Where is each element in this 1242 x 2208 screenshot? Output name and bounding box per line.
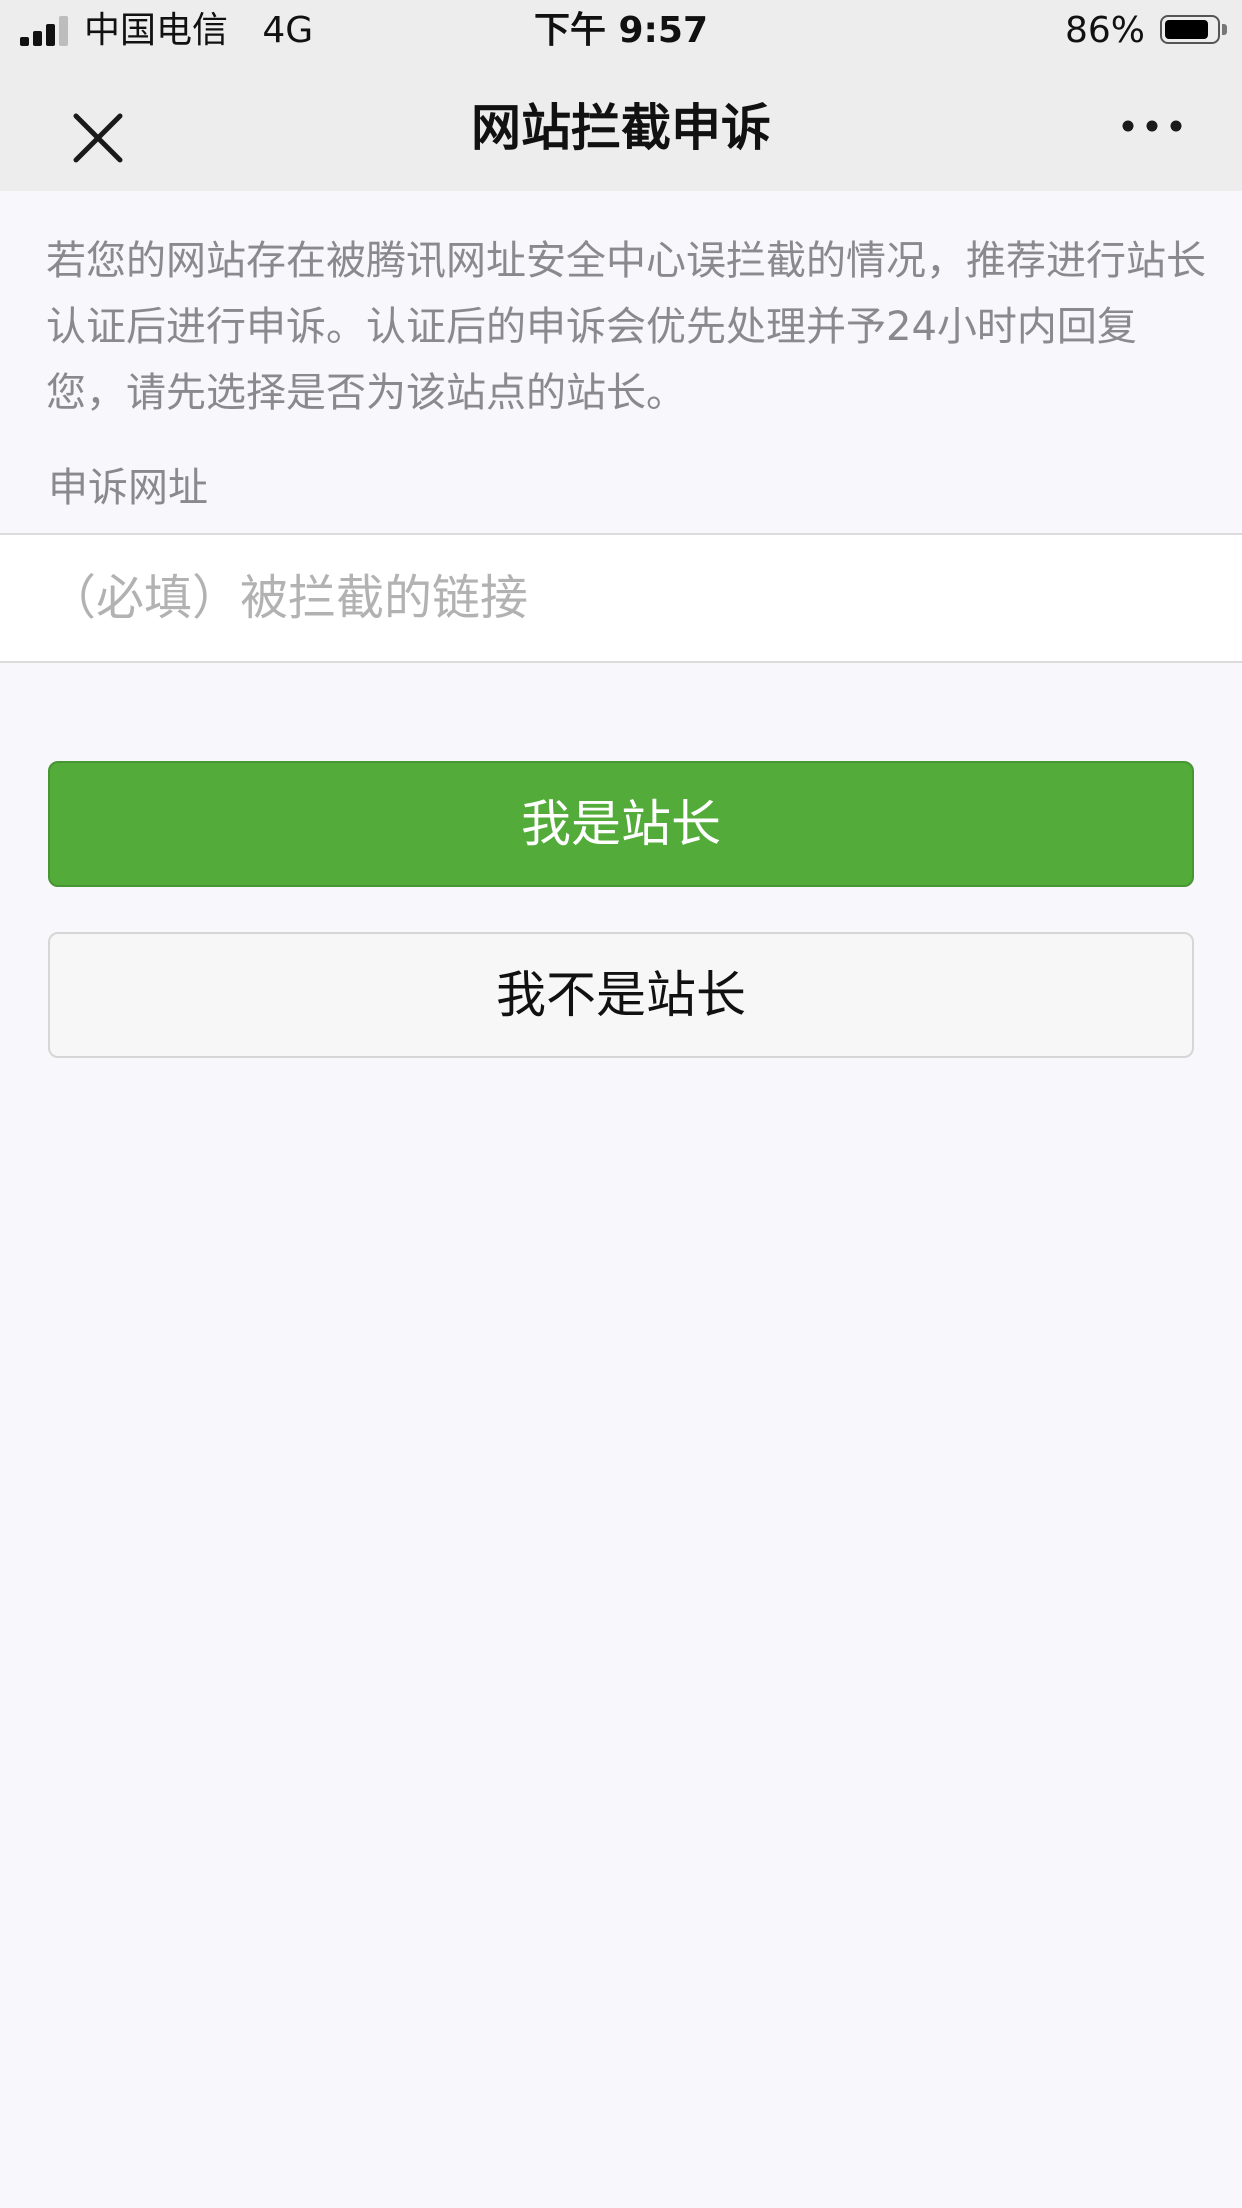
battery-cap	[1222, 24, 1227, 35]
url-input-row	[0, 533, 1242, 663]
battery-icon	[1160, 15, 1220, 44]
owner-button[interactable]: 我是站长	[48, 761, 1194, 887]
status-time: 下午 9:57	[533, 10, 709, 51]
battery-level	[1165, 20, 1208, 39]
intro-text: 若您的网站存在被腾讯网址安全中心误拦截的情况，推荐进行站长认证后进行申诉。认证后…	[46, 238, 1206, 416]
nav-bar: 网站拦截申诉	[0, 62, 1242, 191]
url-field-label: 申诉网址	[48, 465, 208, 511]
url-input[interactable]	[48, 535, 1198, 661]
more-button[interactable]	[1112, 104, 1192, 148]
not-owner-button[interactable]: 我不是站长	[48, 932, 1194, 1058]
more-icon	[1122, 120, 1182, 132]
status-bar: 中国电信 4G 下午 9:57 86%	[0, 0, 1242, 62]
battery-percent: 86%	[1064, 10, 1145, 51]
page-title: 网站拦截申诉	[471, 99, 771, 157]
